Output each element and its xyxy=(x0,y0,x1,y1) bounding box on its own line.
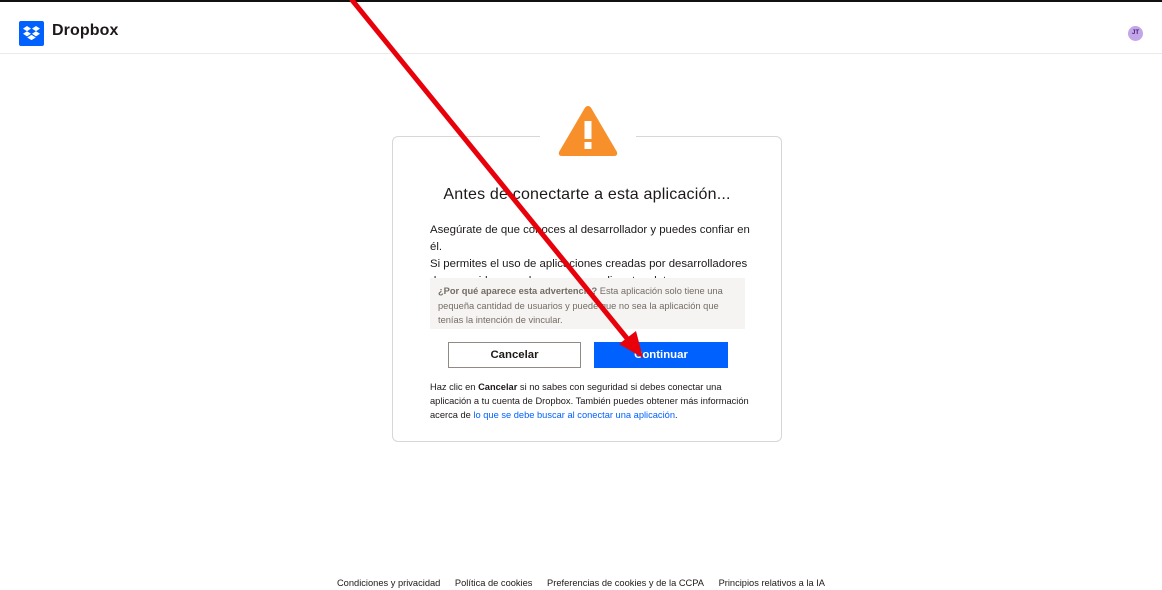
warning-notice-box: ¿Por qué aparece esta advertencia? Esta … xyxy=(430,278,745,329)
help-prefix: Haz clic en xyxy=(430,382,479,392)
continue-button[interactable]: Continuar xyxy=(594,342,728,368)
dialog-title: Antes de conectarte a esta aplicación... xyxy=(443,186,731,203)
help-link[interactable]: lo que se debe buscar al conectar una ap… xyxy=(473,410,675,420)
user-avatar[interactable]: JT xyxy=(1128,26,1143,41)
help-text: Haz clic en Cancelar si no sabes con seg… xyxy=(430,380,760,422)
footer-link-ccpa[interactable]: Preferencias de cookies y de la CCPA xyxy=(547,578,704,588)
warning-triangle-icon xyxy=(558,106,618,156)
dropbox-logo-icon[interactable] xyxy=(19,21,44,46)
help-bold: Cancelar xyxy=(478,382,518,392)
top-header: Dropbox JT xyxy=(0,2,1162,54)
brand-name[interactable]: Dropbox xyxy=(52,22,118,40)
footer-link-cookies[interactable]: Política de cookies xyxy=(455,578,533,588)
cancel-button[interactable]: Cancelar xyxy=(448,342,581,368)
footer-link-ai[interactable]: Principios relativos a la IA xyxy=(719,578,825,588)
footer: Condiciones y privacidad Política de coo… xyxy=(0,578,1162,588)
notice-heading: ¿Por qué aparece esta advertencia? xyxy=(438,286,598,296)
body-line: Si permites el uso de aplicaciones cread… xyxy=(430,258,748,270)
footer-link-terms[interactable]: Condiciones y privacidad xyxy=(337,578,440,588)
warning-icon-container xyxy=(540,102,636,162)
body-line: Asegúrate de que conoces al desarrollado… xyxy=(430,224,750,253)
help-suffix: . xyxy=(675,410,678,420)
